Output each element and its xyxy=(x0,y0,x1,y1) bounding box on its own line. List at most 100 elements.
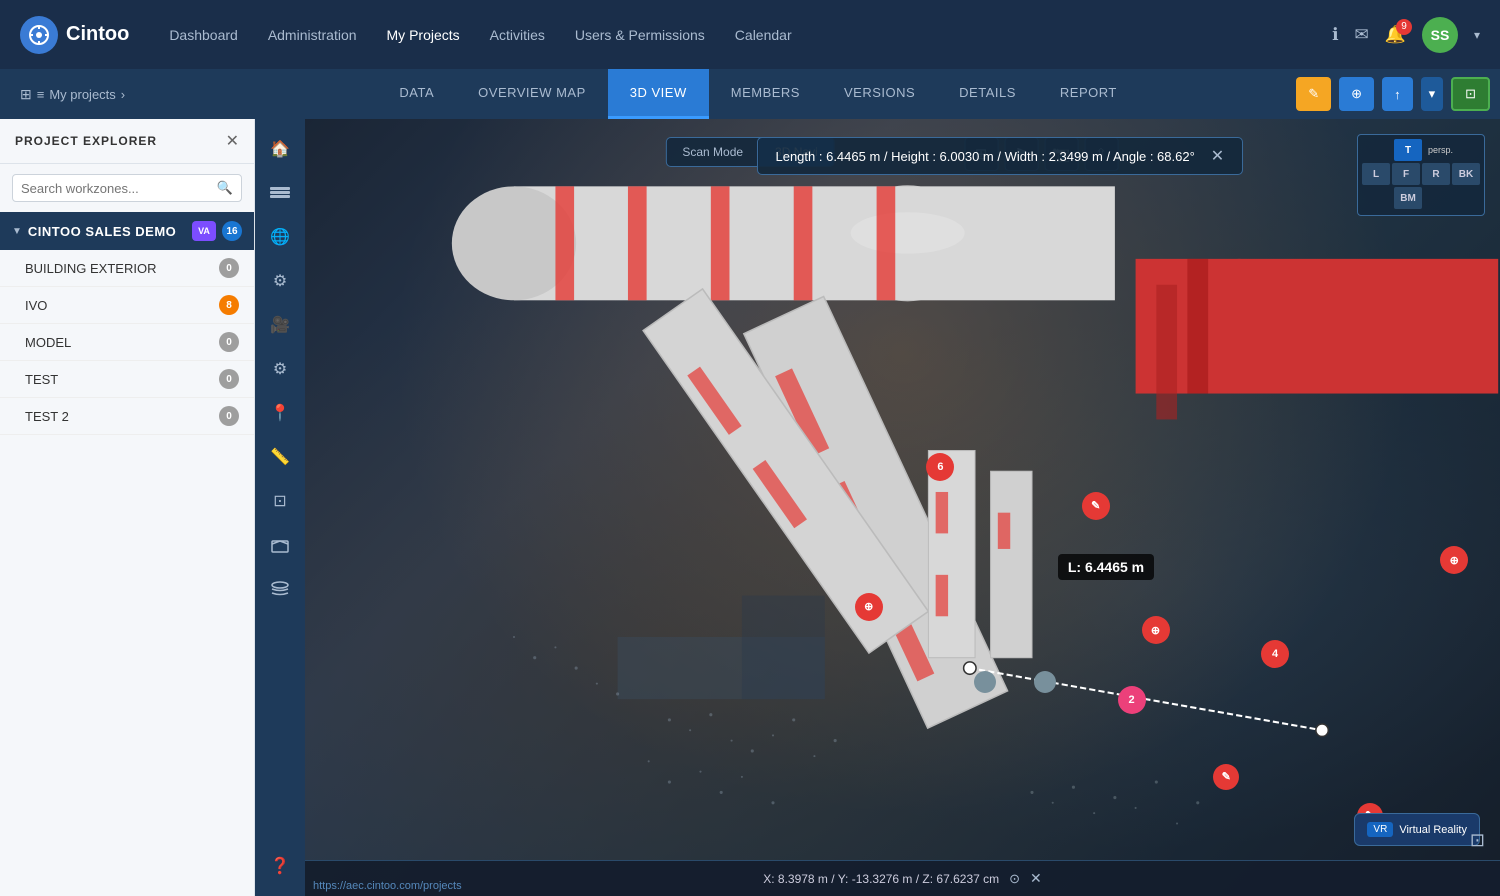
project-explorer-sidebar: PROJECT EXPLORER ✕ 🔍 ▼ CINTOO SALES DEMO… xyxy=(0,119,255,896)
export-button[interactable]: ⊡ xyxy=(1451,77,1490,111)
logo-area[interactable]: Cintoo xyxy=(20,16,129,54)
tooltip-close-button[interactable]: ✕ xyxy=(1211,146,1224,166)
upload-caret-button[interactable]: ▾ xyxy=(1421,77,1444,111)
persp-L-button[interactable]: L xyxy=(1362,163,1390,185)
notification-badge: 9 xyxy=(1396,19,1412,35)
persp-R-button[interactable]: R xyxy=(1422,163,1450,185)
tab-data[interactable]: DATA xyxy=(377,69,456,119)
workzone-name: TEST xyxy=(25,372,58,387)
search-box: 🔍 xyxy=(12,174,242,202)
persp-T-button[interactable]: T xyxy=(1394,139,1422,161)
nav-my-projects[interactable]: My Projects xyxy=(387,27,460,43)
bottom-right-icon[interactable]: ⊡ xyxy=(1470,830,1485,851)
workzone-test[interactable]: TEST 0 xyxy=(0,361,254,398)
measure-icon[interactable]: 📏 xyxy=(260,437,300,477)
workzone-name: IVO xyxy=(25,298,47,313)
tab-3d-view[interactable]: 3D VIEW xyxy=(608,69,709,119)
annotation-button[interactable]: ✎ xyxy=(1296,77,1331,111)
annotation-icon: ✎ xyxy=(1308,86,1319,102)
nav-administration[interactable]: Administration xyxy=(268,27,357,43)
layers-icon: ⊕ xyxy=(1351,86,1362,102)
sidebar-title: PROJECT EXPLORER xyxy=(15,134,157,148)
bottom-url-link[interactable]: https://aec.cintoo.com/projects xyxy=(305,876,470,896)
bell-icon[interactable]: 🔔 9 xyxy=(1385,25,1406,45)
nav-calendar[interactable]: Calendar xyxy=(735,27,792,43)
crop-icon[interactable]: ⊡ xyxy=(260,481,300,521)
breadcrumb-separator: ≡ xyxy=(37,87,45,102)
workzone-building-exterior[interactable]: BUILDING EXTERIOR 0 xyxy=(0,250,254,287)
top-navigation: Cintoo Dashboard Administration My Proje… xyxy=(0,0,1500,69)
project-name: CINTOO SALES DEMO xyxy=(28,224,186,239)
marker-2[interactable]: 2 xyxy=(1118,686,1146,714)
upload-button[interactable]: ↑ xyxy=(1382,77,1413,111)
scan-mode-button[interactable]: Scan Mode xyxy=(666,138,759,166)
nav-activities[interactable]: Activities xyxy=(490,27,545,43)
3d-background: Scan Mode 3D Navi ⊞ ⚑ 📷 ⇧ Length : 6.446… xyxy=(305,119,1500,896)
persp-BM-button[interactable]: BM xyxy=(1394,187,1422,209)
workzone-test2[interactable]: TEST 2 0 xyxy=(0,398,254,435)
layers-button[interactable]: ⊕ xyxy=(1339,77,1374,111)
perspective-controls: T persp. L F R BK BM xyxy=(1357,134,1485,216)
workzone-model[interactable]: MODEL 0 xyxy=(0,324,254,361)
workzone-ivo[interactable]: IVO 8 xyxy=(0,287,254,324)
stack-icon[interactable] xyxy=(260,569,300,609)
persp-BK-button[interactable]: BK xyxy=(1452,163,1480,185)
layers-panel-icon[interactable] xyxy=(260,173,300,213)
breadcrumb-arrow: › xyxy=(121,87,125,102)
main-area: PROJECT EXPLORER ✕ 🔍 ▼ CINTOO SALES DEMO… xyxy=(0,119,1500,896)
vr-button[interactable]: VR Virtual Reality xyxy=(1354,813,1480,846)
marker-scan1[interactable]: ⊕ xyxy=(855,593,883,621)
info-icon[interactable]: ℹ xyxy=(1332,25,1338,45)
marker-gray2[interactable] xyxy=(1034,671,1056,693)
avatar[interactable]: SS xyxy=(1422,17,1458,53)
tab-report[interactable]: REPORT xyxy=(1038,69,1139,119)
avatar-caret[interactable]: ▾ xyxy=(1474,28,1480,42)
logo-icon xyxy=(20,16,58,54)
workzone-count: 8 xyxy=(219,295,239,315)
location-icon[interactable]: 📍 xyxy=(260,393,300,433)
grid-icon: ⊞ xyxy=(20,86,32,103)
tab-versions[interactable]: VERSIONS xyxy=(822,69,937,119)
workzone-count: 0 xyxy=(219,406,239,426)
marker-edit[interactable]: ✎ xyxy=(1082,492,1110,520)
tab-members[interactable]: MEMBERS xyxy=(709,69,822,119)
globe-icon[interactable]: 🌐 xyxy=(260,217,300,257)
marker-gray1[interactable] xyxy=(974,671,996,693)
vr-label: Virtual Reality xyxy=(1399,824,1467,836)
sidebar-close-button[interactable]: ✕ xyxy=(226,131,239,151)
marker-bottom1[interactable]: ✎ xyxy=(1213,764,1239,790)
camera-settings-icon[interactable]: ⚙ xyxy=(260,261,300,301)
project-root[interactable]: ▼ CINTOO SALES DEMO VA 16 xyxy=(0,212,254,250)
video-icon[interactable]: 🎥 xyxy=(260,305,300,345)
left-panel-icons: 🏠 🌐 ⚙ 🎥 ⚙ 📍 📏 ⊡ ❓ xyxy=(255,119,305,896)
breadcrumb-label[interactable]: My projects xyxy=(49,87,115,102)
search-input[interactable] xyxy=(21,181,217,196)
nav-links: Dashboard Administration My Projects Act… xyxy=(169,27,1332,43)
model-icon[interactable] xyxy=(260,525,300,565)
persp-F-button[interactable]: F xyxy=(1392,163,1420,185)
marker-4[interactable]: 4 xyxy=(1261,640,1289,668)
settings-icon[interactable]: ⚙ xyxy=(260,349,300,389)
coordinates-bar: X: 8.3978 m / Y: -13.3276 m / Z: 67.6237… xyxy=(305,860,1500,896)
sub-tabs: DATA OVERVIEW MAP 3D VIEW MEMBERS VERSIO… xyxy=(220,69,1296,119)
close-coord-button[interactable]: ✕ xyxy=(1030,870,1042,887)
measurement-tooltip: Length : 6.4465 m / Height : 6.0030 m / … xyxy=(756,137,1243,175)
nav-dashboard[interactable]: Dashboard xyxy=(169,27,238,43)
copy-coord-icon[interactable]: ⊙ xyxy=(1009,871,1020,887)
marker-scan2[interactable]: ⊕ xyxy=(1142,616,1170,644)
home-icon[interactable]: 🏠 xyxy=(260,129,300,169)
mail-icon[interactable]: ✉ xyxy=(1355,25,1369,45)
upload-icon: ↑ xyxy=(1394,87,1401,102)
search-icon[interactable]: 🔍 xyxy=(217,180,233,196)
workzones-list: BUILDING EXTERIOR 0 IVO 8 MODEL 0 TEST 0… xyxy=(0,250,254,435)
tab-overview-map[interactable]: OVERVIEW MAP xyxy=(456,69,608,119)
tab-details[interactable]: DETAILS xyxy=(937,69,1038,119)
app-name: Cintoo xyxy=(66,23,129,46)
workzone-count: 0 xyxy=(219,332,239,352)
sub-navigation: ⊞ ≡ My projects › DATA OVERVIEW MAP 3D V… xyxy=(0,69,1500,119)
help-icon[interactable]: ❓ xyxy=(260,846,300,886)
3d-viewer[interactable]: Scan Mode 3D Navi ⊞ ⚑ 📷 ⇧ Length : 6.446… xyxy=(305,119,1500,896)
project-badge-va: VA xyxy=(192,221,216,241)
workzone-count: 0 xyxy=(219,258,239,278)
nav-users-permissions[interactable]: Users & Permissions xyxy=(575,27,705,43)
